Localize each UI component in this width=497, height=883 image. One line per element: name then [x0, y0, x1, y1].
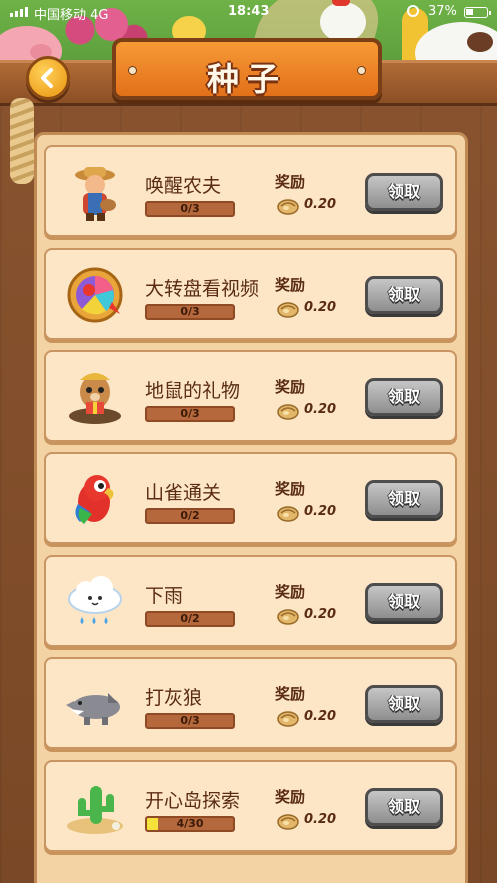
claim-button[interactable]: 领取: [365, 685, 443, 723]
wheel-icon: [64, 264, 126, 326]
task-card: 大转盘看视频 0/3 奖励 0.20 领取: [44, 248, 457, 340]
task-progress-text: 4/30: [176, 817, 204, 830]
reward-value: 0.20: [304, 812, 337, 827]
cactus-island-icon: [64, 776, 126, 838]
signal-icon: [10, 7, 28, 17]
seed-coin-icon: [277, 812, 299, 830]
task-card: 山雀通关 0/2 奖励 0.20 领取: [44, 452, 457, 544]
task-progress-text: 0/2: [180, 509, 200, 522]
claim-button[interactable]: 领取: [365, 480, 443, 518]
claim-button[interactable]: 领取: [365, 788, 443, 826]
task-name: 唤醒农夫: [145, 175, 222, 197]
task-name: 下雨: [145, 585, 184, 607]
alarm-icon: [407, 5, 419, 17]
task-card: 打灰狼 0/3 奖励 0.20 领取: [44, 657, 457, 749]
carrier-label: 中国移动 4G: [34, 8, 109, 23]
claim-button[interactable]: 领取: [365, 173, 443, 211]
claim-button[interactable]: 领取: [365, 378, 443, 416]
page-title: 种子: [206, 60, 287, 98]
task-card: 地鼠的礼物 0/3 奖励 0.20 领取: [44, 350, 457, 442]
reward-label: 奖励: [275, 788, 306, 806]
reward-value: 0.20: [304, 504, 337, 519]
reward-value: 0.20: [304, 709, 337, 724]
parrot-icon: [64, 468, 126, 530]
task-name: 地鼠的礼物: [145, 380, 241, 402]
reward-label: 奖励: [275, 583, 306, 601]
wolf-icon: [64, 673, 126, 735]
seed-coin-icon: [277, 197, 299, 215]
task-name: 大转盘看视频: [145, 278, 260, 300]
seed-coin-icon: [277, 607, 299, 625]
seed-coin-icon: [277, 709, 299, 727]
status-bar: 中国移动 4G 18:43 37%: [0, 0, 497, 24]
task-card: 开心岛探索 4/30 奖励 0.20 领取: [44, 760, 457, 852]
task-name: 开心岛探索: [145, 790, 241, 812]
task-progress-bar: 0/3: [145, 406, 235, 422]
task-progress-text: 0/3: [180, 407, 200, 420]
claim-button[interactable]: 领取: [365, 583, 443, 621]
seed-coin-icon: [277, 300, 299, 318]
task-progress-text: 0/3: [180, 714, 200, 727]
reward-label: 奖励: [275, 276, 306, 294]
task-progress-bar: 0/3: [145, 304, 235, 320]
task-progress-bar: 0/2: [145, 611, 235, 627]
farmer-icon: [64, 161, 126, 223]
battery-percent: 37%: [428, 4, 457, 19]
task-progress-bar: 4/30: [145, 816, 235, 832]
task-name: 山雀通关: [145, 482, 222, 504]
task-progress-text: 0/3: [180, 305, 200, 318]
task-name: 打灰狼: [145, 687, 203, 709]
title-banner: 种子: [112, 38, 382, 100]
task-progress-text: 0/3: [180, 202, 200, 215]
reward-label: 奖励: [275, 173, 306, 191]
task-progress-bar: 0/3: [145, 201, 235, 217]
task-card: 下雨 0/2 奖励 0.20 领取: [44, 555, 457, 647]
claim-button[interactable]: 领取: [365, 276, 443, 314]
battery-icon: [464, 7, 491, 18]
seed-coin-icon: [277, 402, 299, 420]
task-progress-bar: 0/2: [145, 508, 235, 524]
reward-value: 0.20: [304, 402, 337, 417]
reward-label: 奖励: [275, 685, 306, 703]
gopher-icon: [64, 366, 126, 428]
rope-decoration: [10, 98, 34, 184]
task-progress-text: 0/2: [180, 612, 200, 625]
reward-value: 0.20: [304, 300, 337, 315]
task-progress-bar: 0/3: [145, 713, 235, 729]
back-button[interactable]: [26, 56, 70, 100]
seed-coin-icon: [277, 504, 299, 522]
reward-label: 奖励: [275, 480, 306, 498]
reward-label: 奖励: [275, 378, 306, 396]
reward-value: 0.20: [304, 197, 337, 212]
clock: 18:43: [228, 4, 270, 19]
reward-value: 0.20: [304, 607, 337, 622]
back-arrow-icon: [37, 67, 59, 89]
task-card: 唤醒农夫 0/3 奖励 0.20 领取: [44, 145, 457, 237]
rain-cloud-icon: [64, 571, 126, 633]
